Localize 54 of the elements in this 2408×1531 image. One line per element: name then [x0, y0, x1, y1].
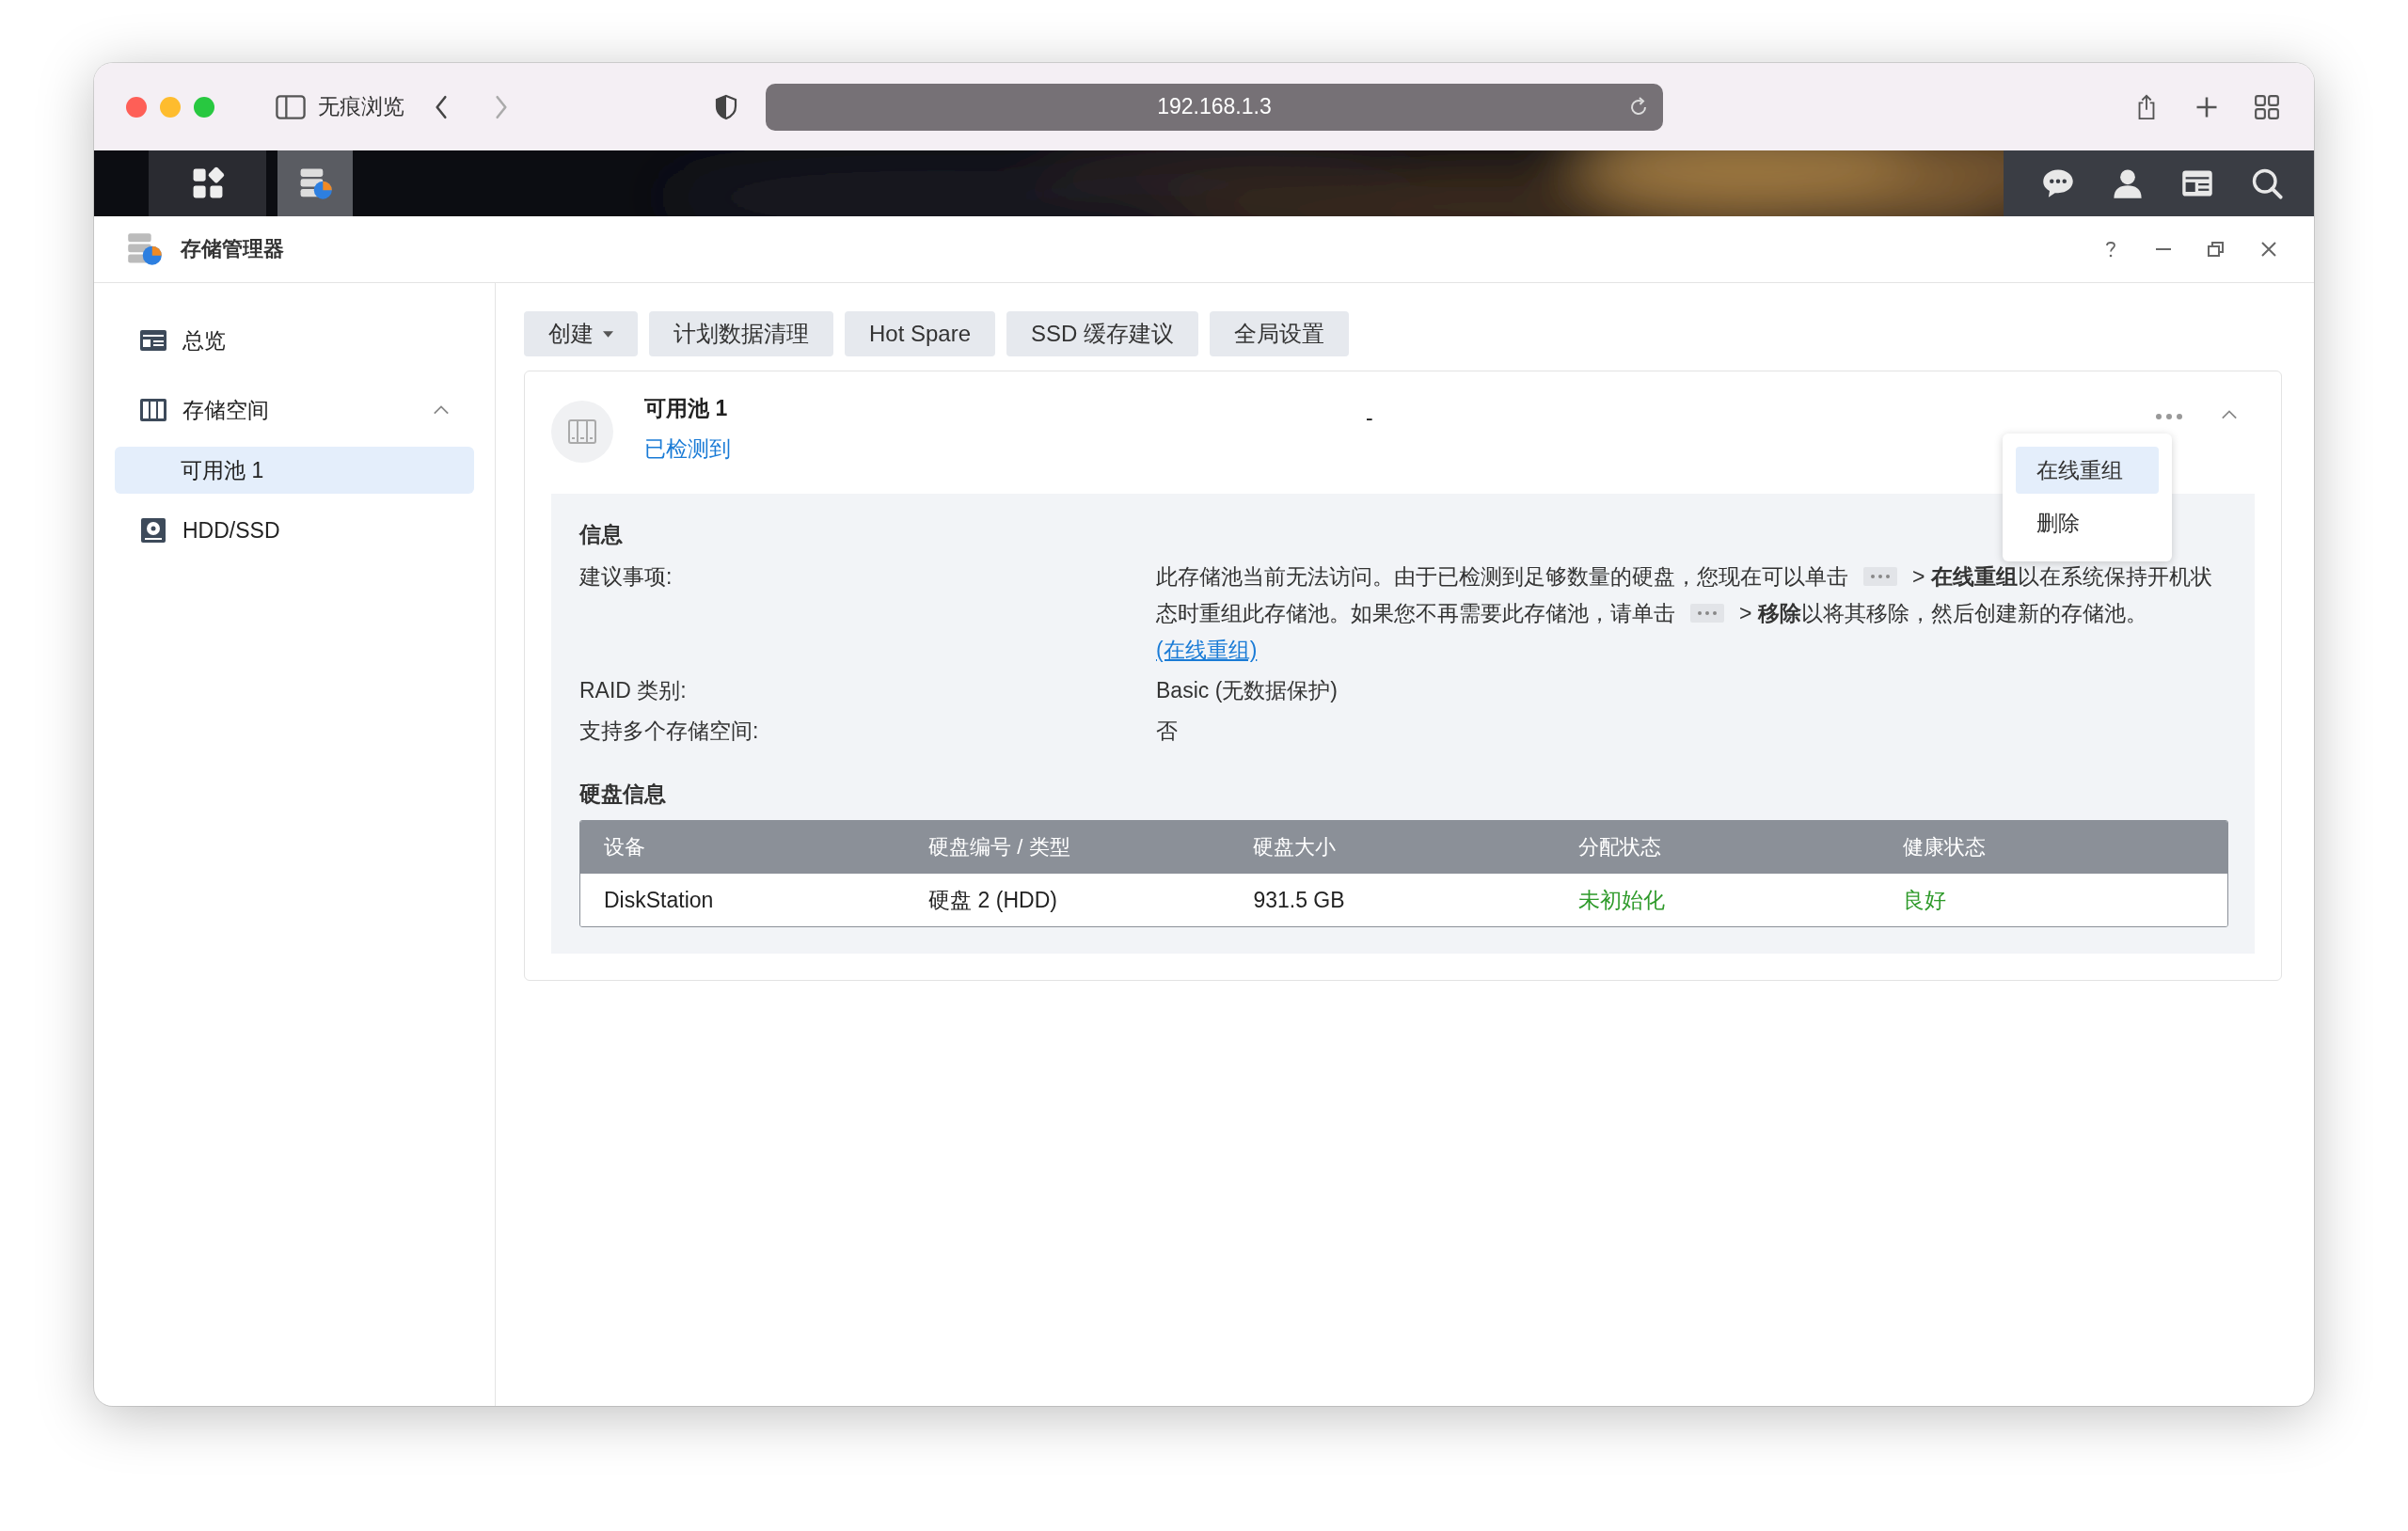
close-icon[interactable]: [2259, 240, 2278, 259]
sidebar-item[interactable]: 可用池 1: [115, 447, 474, 494]
table-cell-text: 硬盘 2 (HDD): [928, 886, 1058, 914]
storage-app-button[interactable]: [277, 150, 353, 216]
main-menu-button[interactable]: [149, 150, 266, 216]
toolbar-button[interactable]: Hot Spare: [845, 311, 996, 356]
sidebar-item[interactable]: 存储空间: [115, 381, 474, 439]
restore-icon[interactable]: [2207, 240, 2226, 259]
sidebar-item[interactable]: HDD/SSD: [115, 501, 474, 560]
column-header: 硬盘编号 / 类型: [928, 834, 1071, 860]
columns-icon: [139, 396, 167, 424]
more-icon[interactable]: [2155, 413, 2183, 420]
search-icon[interactable]: [2250, 166, 2284, 200]
table-cell-text: 未初始化: [1577, 886, 1666, 914]
info-label: 建议事项:: [579, 563, 673, 591]
toolbar-button[interactable]: 全局设置: [1210, 311, 1350, 356]
advice-paragraph: 此存储池当前无法访问。由于已检测到足够数量的硬盘，您现在可以单击 > 在线重组以在系统保持开机状态时重组此存储池。如果您不再需要此存储池，请单击 > 移除以将其移除，然后创建新的存储池。 (在线重组): [1156, 563, 2213, 664]
close-window-icon[interactable]: [126, 96, 147, 118]
storage-manager-icon: [126, 230, 164, 268]
column-header: 健康状态: [1902, 834, 1987, 860]
menu-item[interactable]: 在线重组: [2016, 447, 2159, 494]
pool-status: 已检测到: [644, 435, 731, 463]
table-cell-text: 良好: [1902, 886, 1947, 914]
info-label: 支持多个存储空间:: [579, 718, 760, 745]
table-cell-text: 931.5 GB: [1253, 887, 1346, 913]
user-icon[interactable]: [2111, 166, 2145, 200]
toolbar-button[interactable]: SSD 缓存建议: [1006, 311, 1199, 356]
window-title: 存储管理器: [181, 236, 284, 262]
info-value: Basic (无数据保护): [1156, 677, 1339, 704]
chevron-icon[interactable]: [2221, 409, 2238, 420]
column-header: 分配状态: [1577, 834, 1662, 860]
help-link[interactable]: (在线重组): [1156, 638, 1258, 662]
private-browsing-label: 无痕浏览: [318, 93, 404, 120]
table-cell-text: DiskStation: [604, 887, 715, 913]
section-heading: 硬盘信息: [579, 781, 666, 808]
pool-name: 可用池 1: [644, 395, 729, 422]
column-header: 硬盘大小: [1253, 834, 1338, 860]
sidebar-icon[interactable]: [275, 93, 307, 120]
pool-value: -: [1366, 405, 1373, 431]
menu-item[interactable]: 删除: [2016, 499, 2159, 546]
address-field[interactable]: 192.168.1.3: [766, 83, 1663, 131]
info-value: 否: [1156, 718, 1179, 745]
info-label: RAID 类别:: [579, 677, 688, 704]
sidebar-item[interactable]: 总览: [115, 311, 474, 370]
toolbar-button[interactable]: 计划数据清理: [649, 311, 833, 356]
more-icon: [1863, 567, 1897, 586]
caret-icon: [603, 330, 613, 338]
chevron-icon[interactable]: [433, 404, 450, 416]
column-header: 设备: [604, 834, 646, 860]
tab-overview-icon[interactable]: [2254, 93, 2280, 120]
toolbar-button[interactable]: 创建: [524, 311, 638, 356]
section-heading: 信息: [579, 521, 623, 548]
shield-icon[interactable]: [713, 93, 739, 120]
more-icon: [1690, 604, 1724, 623]
